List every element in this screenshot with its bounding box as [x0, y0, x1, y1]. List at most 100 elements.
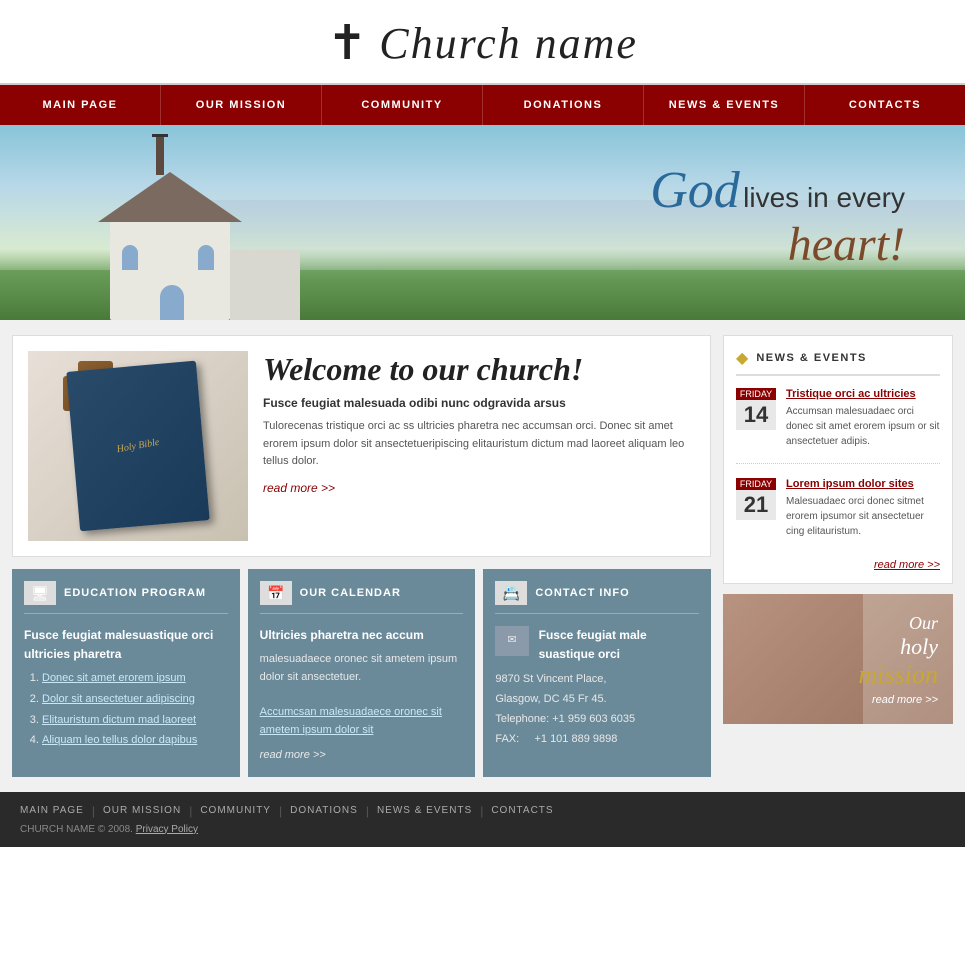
nav-list: MAIN PAGEOUR MISSIONCOMMUNITYDONATIONSNE…: [0, 85, 965, 125]
welcome-section: Holy Bible Welcome to our church! Fusce …: [12, 335, 711, 557]
date-box: Friday 14: [736, 388, 776, 449]
welcome-content: Welcome to our church! Fusce feugiat mal…: [263, 351, 695, 541]
contact-address: 9870 St Vincent Place,: [495, 670, 699, 690]
mission-word: mission: [859, 660, 938, 690]
calendar-header: 📅 OUR CALENDAR: [260, 581, 464, 614]
hero-text: God lives in every heart!: [650, 165, 905, 272]
bottom-columns: 🖥 EDUCATION PROGRAM Fusce feugiat malesu…: [12, 569, 711, 777]
hero-banner: God lives in every heart!: [0, 125, 965, 320]
footer-nav: MAIN PAGE | OUR MISSION | COMMUNITY | DONATION…: [20, 804, 945, 818]
copyright-text: CHURCH NAME © 2008.: [20, 824, 133, 835]
footer-nav-separator: |: [279, 804, 282, 818]
date-day-label: Friday: [736, 478, 776, 490]
content-area: Holy Bible Welcome to our church! Fusce …: [12, 335, 711, 777]
nav-item-nav-contacts[interactable]: CONTACTS: [805, 85, 965, 125]
calendar-main-title: Ultricies pharetra nec accum: [260, 626, 464, 645]
mission-read-more[interactable]: read more >>: [859, 694, 938, 706]
hero-heart: heart!: [788, 218, 905, 271]
footer-nav-separator: |: [480, 804, 483, 818]
education-body: Fusce feugiat malesuastique orci ultrici…: [24, 626, 228, 750]
education-links: Donec sit amet erorem ipsum Dolor sit ans…: [24, 670, 228, 749]
contact-icon: 📇: [495, 581, 527, 605]
news-content: Lorem ipsum dolor sites Malesuadaec orci…: [786, 478, 940, 539]
education-link-1[interactable]: Dolor sit ansectetuer adipiscing: [42, 693, 195, 705]
hero-subtitle: lives in every: [743, 182, 905, 213]
footer: MAIN PAGE | OUR MISSION | COMMUNITY | DONATION…: [0, 792, 965, 847]
footer-nav-item[interactable]: MAIN PAGE: [20, 805, 84, 816]
mission-holy: holy: [859, 634, 938, 660]
education-link-3[interactable]: Aliquam leo tellus dolor dapibus: [42, 734, 197, 746]
news-events-header: ◆ NEWS & EVENTS: [736, 348, 940, 376]
calendar-read-more[interactable]: read more >>: [260, 747, 464, 765]
calendar-main-body: malesuadaece oronec sit ametem ipsum dol…: [260, 651, 464, 686]
cross-icon: ✝: [327, 20, 369, 68]
privacy-link[interactable]: Privacy Policy: [136, 824, 198, 835]
footer-nav-item[interactable]: CONTACTS: [491, 805, 553, 816]
education-title: EDUCATION PROGRAM: [64, 587, 206, 599]
contact-subtitle: Fusce feugiat male suastique orci: [539, 626, 699, 664]
footer-nav-item[interactable]: COMMUNITY: [200, 805, 271, 816]
hero-god: God: [650, 162, 740, 219]
mission-hands-image: [723, 594, 863, 724]
contact-telephone: Telephone: +1 959 603 6035: [495, 710, 699, 730]
date-number: 21: [736, 490, 776, 520]
footer-nav-item[interactable]: NEWS & EVENTS: [377, 805, 472, 816]
news-body: Accumsan malesuadaec orci donec sit amet…: [786, 404, 940, 449]
footer-copyright: CHURCH NAME © 2008. Privacy Policy: [20, 824, 945, 835]
contact-body: ✉ Fusce feugiat male suastique orci 9870…: [495, 626, 699, 750]
mission-our: Our: [859, 613, 938, 634]
main-content: Holy Bible Welcome to our church! Fusce …: [0, 320, 965, 792]
welcome-heading: Welcome to our church!: [263, 351, 695, 388]
date-box: Friday 21: [736, 478, 776, 539]
sidebar: ◆ NEWS & EVENTS Friday 14 Tristique orci…: [723, 335, 953, 777]
education-column: 🖥 EDUCATION PROGRAM Fusce feugiat malesu…: [12, 569, 240, 777]
hero-church: [30, 140, 330, 320]
nav-item-nav-donations[interactable]: DONATIONS: [483, 85, 643, 125]
calendar-link[interactable]: Accumcsan malesuadaece oronec sit ametem…: [260, 706, 442, 736]
education-link-2[interactable]: Elitauristum dictum mad laoreet: [42, 714, 196, 726]
footer-nav-item[interactable]: DONATIONS: [290, 805, 358, 816]
date-day-label: Friday: [736, 388, 776, 400]
contact-info: 9870 St Vincent Place, Glasgow, DC 45 Fr…: [495, 670, 699, 749]
news-content: Tristique orci ac ultricies Accumsan mal…: [786, 388, 940, 449]
mission-text: Our holy mission read more >>: [859, 613, 938, 706]
contact-title: CONTACT INFO: [535, 587, 629, 599]
nav-item-nav-our-mission[interactable]: OUR MISSION: [161, 85, 321, 125]
news-events-section: ◆ NEWS & EVENTS Friday 14 Tristique orci…: [723, 335, 953, 584]
footer-nav-separator: |: [92, 804, 95, 818]
calendar-body: Ultricies pharetra nec accum malesuadaec…: [260, 626, 464, 765]
welcome-read-more[interactable]: read more >>: [263, 481, 335, 495]
education-header: 🖥 EDUCATION PROGRAM: [24, 581, 228, 614]
site-header: ✝ Church name: [0, 0, 965, 85]
calendar-column: 📅 OUR CALENDAR Ultricies pharetra nec ac…: [248, 569, 476, 777]
sidebar-read-more[interactable]: read more >>: [736, 559, 940, 571]
footer-nav-separator: |: [366, 804, 369, 818]
welcome-subheading: Fusce feugiat malesuada odibi nunc odgra…: [263, 396, 695, 410]
news-item: Friday 14 Tristique orci ac ultricies Ac…: [736, 388, 940, 464]
education-link-0[interactable]: Donec sit amet erorem ipsum: [42, 672, 186, 684]
holy-mission-banner: Our holy mission read more >>: [723, 594, 953, 724]
education-icon: 🖥: [24, 581, 56, 605]
mail-icon: ✉: [495, 626, 528, 656]
contact-city: Glasgow, DC 45 Fr 45.: [495, 690, 699, 710]
nav-item-nav-community[interactable]: COMMUNITY: [322, 85, 482, 125]
main-nav: MAIN PAGEOUR MISSIONCOMMUNITYDONATIONSNE…: [0, 85, 965, 125]
site-title: Church name: [379, 18, 638, 69]
contact-fax: FAX: +1 101 889 9898: [495, 730, 699, 750]
nav-item-nav-news-events[interactable]: NEWS & EVENTS: [644, 85, 804, 125]
contact-header: 📇 CONTACT INFO: [495, 581, 699, 614]
welcome-image: Holy Bible: [28, 351, 248, 541]
news-items-list: Friday 14 Tristique orci ac ultricies Ac…: [736, 388, 940, 553]
education-subtitle: Fusce feugiat malesuastique orci ultrici…: [24, 626, 228, 664]
news-events-title: NEWS & EVENTS: [756, 352, 867, 364]
news-title[interactable]: Lorem ipsum dolor sites: [786, 478, 940, 490]
footer-nav-item[interactable]: OUR MISSION: [103, 805, 181, 816]
calendar-icon: 📅: [260, 581, 292, 605]
welcome-body: Tulorecenas tristique orci ac ss ultrici…: [263, 418, 695, 471]
news-title[interactable]: Tristique orci ac ultricies: [786, 388, 940, 400]
diamond-icon: ◆: [736, 348, 748, 368]
date-number: 14: [736, 400, 776, 430]
news-item: Friday 21 Lorem ipsum dolor sites Malesu…: [736, 478, 940, 553]
nav-item-nav-main-page[interactable]: MAIN PAGE: [0, 85, 160, 125]
calendar-title: OUR CALENDAR: [300, 587, 401, 599]
